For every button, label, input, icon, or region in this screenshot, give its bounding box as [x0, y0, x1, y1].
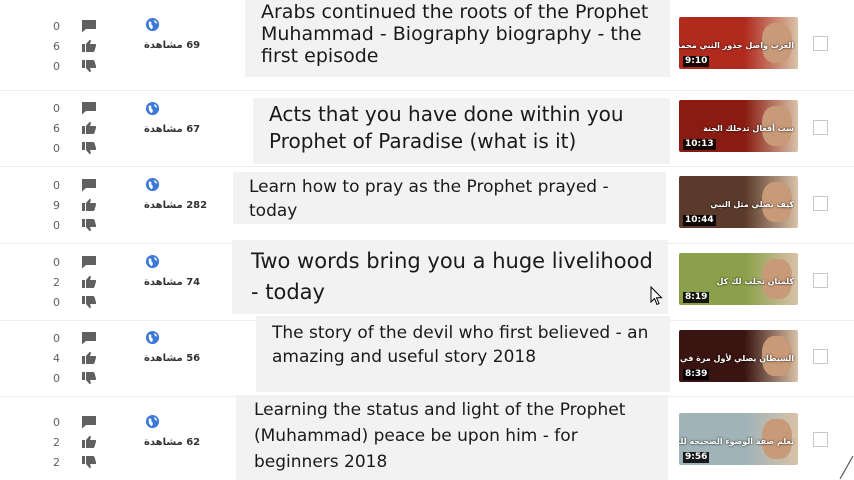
thumbnail-text: تعلم صفة الوضوء الصحيحه للمبتدئين	[679, 437, 794, 446]
resize-corner-icon	[839, 455, 854, 480]
video-stats: 0 4 0	[53, 328, 103, 388]
like-count: 2	[53, 435, 60, 449]
thumbnail-text: العرب واصل جذور النبي محمد	[679, 41, 794, 50]
like-count: 9	[53, 198, 60, 212]
video-duration: 10:44	[683, 215, 716, 226]
video-stats: 0 2 0	[53, 252, 103, 312]
thumbs-down-icon	[81, 141, 99, 155]
comment-icon	[81, 255, 99, 269]
video-title[interactable]: Acts that you have done within you Proph…	[253, 98, 670, 164]
dislike-count: 0	[53, 371, 60, 385]
video-thumbnail[interactable]: الشيطان يصلي لأول مرة في حياته 8:39	[679, 330, 798, 382]
video-duration: 9:10	[683, 56, 710, 67]
video-stats: 0 6 0	[53, 98, 103, 158]
thumbs-down-icon	[81, 218, 99, 232]
comment-count: 0	[53, 331, 60, 345]
thumbnail-text: ست أفعال تدخلك الجنة	[703, 124, 794, 133]
like-count: 4	[53, 351, 60, 365]
thumbs-down-icon	[81, 371, 99, 385]
select-checkbox[interactable]	[813, 120, 828, 135]
thumbs-down-icon	[81, 295, 99, 309]
dislike-count: 0	[53, 218, 60, 232]
thumbs-up-icon	[81, 351, 99, 365]
thumbs-up-icon	[81, 121, 99, 135]
mouse-cursor-icon	[650, 286, 663, 306]
video-duration: 10:13	[683, 139, 716, 150]
public-globe-icon[interactable]	[145, 254, 161, 270]
video-title[interactable]: The story of the devil who first believe…	[256, 316, 670, 392]
like-count: 6	[53, 121, 60, 135]
comment-icon	[81, 331, 99, 345]
dislike-count: 0	[53, 295, 60, 309]
select-checkbox[interactable]	[813, 196, 828, 211]
thumbnail-text: الشيطان يصلي لأول مرة في حياته	[679, 354, 794, 363]
thumbs-up-icon	[81, 275, 99, 289]
video-duration: 8:19	[683, 292, 710, 303]
row-divider	[0, 90, 854, 91]
comment-count: 0	[53, 101, 60, 115]
video-thumbnail[interactable]: العرب واصل جذور النبي محمد 9:10	[679, 17, 798, 69]
select-checkbox[interactable]	[813, 36, 828, 51]
like-count: 6	[53, 39, 60, 53]
comment-icon	[81, 178, 99, 192]
dislike-count: 2	[53, 455, 60, 469]
public-globe-icon[interactable]	[145, 17, 161, 33]
video-duration: 9:56	[683, 452, 710, 463]
view-count: 74 مشاهدة	[144, 277, 201, 288]
thumbs-down-icon	[81, 59, 99, 73]
row-divider	[0, 166, 854, 167]
dislike-count: 0	[53, 141, 60, 155]
comment-icon	[81, 101, 99, 115]
thumbnail-text: كيف تصلي مثل النبي	[710, 200, 794, 209]
video-title[interactable]: Arabs continued the roots of the Prophet…	[245, 0, 670, 77]
thumbnail-text: كلمتان تجلب لك كل	[716, 277, 794, 286]
comment-count: 0	[53, 415, 60, 429]
thumbs-up-icon	[81, 39, 99, 53]
video-title[interactable]: Two words bring you a huge livelihood - …	[232, 240, 668, 314]
comment-icon	[81, 415, 99, 429]
thumbs-up-icon	[81, 435, 99, 449]
public-globe-icon[interactable]	[145, 330, 161, 346]
video-thumbnail[interactable]: كلمتان تجلب لك كل 8:19	[679, 253, 798, 305]
comment-count: 0	[53, 255, 60, 269]
public-globe-icon[interactable]	[145, 177, 161, 193]
comment-icon	[81, 19, 99, 33]
video-duration: 8:39	[683, 369, 710, 380]
video-title[interactable]: Learn how to pray as the Prophet prayed …	[233, 172, 666, 224]
view-count: 56 مشاهدة	[144, 353, 201, 364]
like-count: 2	[53, 275, 60, 289]
select-checkbox[interactable]	[813, 273, 828, 288]
view-count: 69 مشاهدة	[144, 40, 201, 51]
dislike-count: 0	[53, 59, 60, 73]
public-globe-icon[interactable]	[145, 101, 161, 117]
thumbs-down-icon	[81, 455, 99, 469]
view-count: 67 مشاهدة	[144, 124, 201, 135]
video-stats: 0 6 0	[53, 16, 103, 76]
select-checkbox[interactable]	[813, 432, 828, 447]
video-stats: 0 9 0	[53, 175, 103, 235]
select-checkbox[interactable]	[813, 349, 828, 364]
video-thumbnail[interactable]: تعلم صفة الوضوء الصحيحه للمبتدئين 9:56	[679, 413, 798, 465]
thumbs-up-icon	[81, 198, 99, 212]
view-count: 282 مشاهدة	[144, 200, 208, 211]
video-title[interactable]: Learning the status and light of the Pro…	[236, 395, 668, 480]
comment-count: 0	[53, 19, 60, 33]
comment-count: 0	[53, 178, 60, 192]
public-globe-icon[interactable]	[145, 414, 161, 430]
video-thumbnail[interactable]: ست أفعال تدخلك الجنة 10:13	[679, 100, 798, 152]
video-thumbnail[interactable]: كيف تصلي مثل النبي 10:44	[679, 176, 798, 228]
video-stats: 0 2 2	[53, 412, 103, 472]
view-count: 62 مشاهدة	[144, 437, 201, 448]
